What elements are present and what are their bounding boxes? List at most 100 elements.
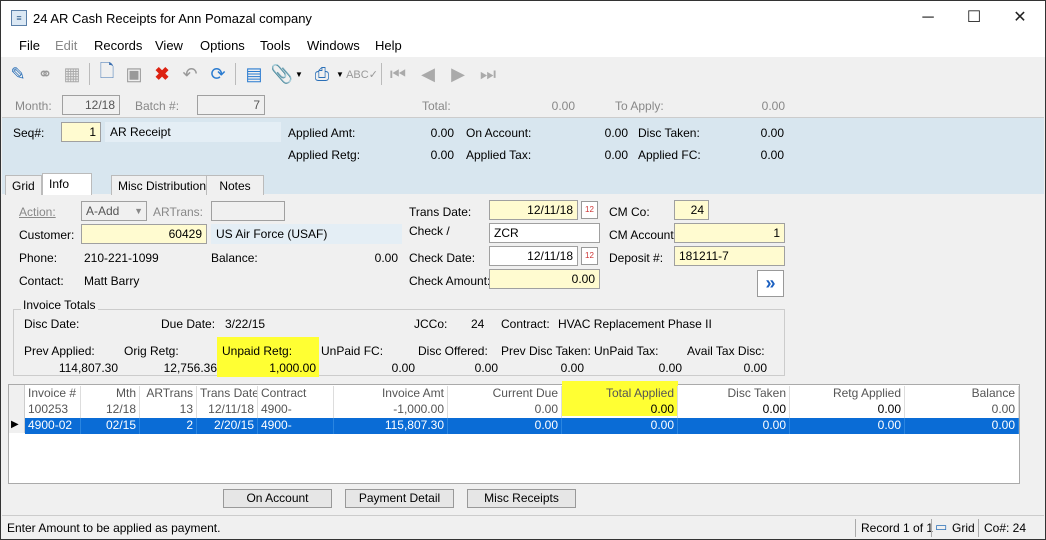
title-bar: ≡ 24 AR Cash Receipts for Ann Pomazal co… <box>1 1 1045 35</box>
undo-icon[interactable]: ↶ <box>177 61 203 87</box>
grid-cell[interactable]: 12/18 <box>81 402 140 418</box>
delete-icon[interactable]: ✖ <box>149 61 175 87</box>
invoice-grid[interactable]: ▶ Invoice # Mth ARTrans Trans Date Contr… <box>8 381 1020 484</box>
column-header-mth[interactable]: Mth <box>81 386 140 402</box>
grid-cell[interactable]: 4900- <box>258 402 334 418</box>
cm-co-label: CM Co: <box>609 205 650 219</box>
grid-cell[interactable]: 2 <box>140 418 197 434</box>
prev-disc-taken-value: 0.00 <box>560 361 584 375</box>
column-header-total-applied[interactable]: Total Applied <box>562 386 678 402</box>
menu-help[interactable]: Help <box>375 38 402 53</box>
grid-mode-label: Grid <box>952 521 975 535</box>
customer-field[interactable]: 60429 <box>81 224 207 244</box>
next-record-icon[interactable]: ▶ <box>445 61 471 87</box>
menu-windows[interactable]: Windows <box>307 38 360 53</box>
grid-cell[interactable]: 13 <box>140 402 197 418</box>
attachment-icon[interactable]: 📎 <box>269 61 295 87</box>
column-header-artrans[interactable]: ARTrans <box>140 386 197 402</box>
action-value: A-Add <box>86 204 120 218</box>
menu-view[interactable]: View <box>155 38 183 53</box>
menu-records[interactable]: Records <box>94 38 142 53</box>
seq-field[interactable]: 1 <box>61 122 101 142</box>
grid-cell[interactable]: 12/11/18 <box>197 402 258 418</box>
save-record-icon[interactable]: ✎ <box>5 61 31 87</box>
grid-cell[interactable]: 0.00 <box>448 418 562 434</box>
deposit-field[interactable]: 181211-7 <box>674 246 785 266</box>
month-label: Month: <box>15 99 52 113</box>
grid-cell[interactable]: 0.00 <box>905 418 1019 434</box>
column-header-invoice[interactable]: Invoice # <box>25 386 81 402</box>
attachment-dropdown-icon[interactable]: ▼ <box>293 61 305 87</box>
trans-date-field[interactable]: 12/11/18 <box>489 200 578 220</box>
grid-cell[interactable]: 0.00 <box>562 402 678 418</box>
check-amount-field[interactable]: 0.00 <box>489 269 600 289</box>
scanner-icon[interactable]: ⎙ <box>309 61 335 87</box>
cm-account-field[interactable]: 1 <box>674 223 785 243</box>
unpaid-tax-label: UnPaid Tax: <box>594 344 659 358</box>
refresh-icon[interactable]: ⟳ <box>205 61 231 87</box>
tab-misc-distributions[interactable]: Misc Distributions <box>111 175 220 195</box>
on-account-button[interactable]: On Account <box>223 489 332 508</box>
forward-arrows-icon[interactable]: » <box>757 270 784 297</box>
menu-tools[interactable]: Tools <box>260 38 290 53</box>
grid-cell[interactable]: 100253 <box>25 402 81 418</box>
lookup-icon[interactable]: ⚭ <box>32 61 58 87</box>
calculator-icon[interactable]: ▤ <box>241 61 267 87</box>
maximize-button[interactable]: ☐ <box>951 1 997 35</box>
balance-label: Balance: <box>211 251 258 265</box>
payment-detail-button[interactable]: Payment Detail <box>345 489 454 508</box>
tab-info[interactable]: Info <box>42 173 92 195</box>
grid-cell[interactable]: 2/20/15 <box>197 418 258 434</box>
tab-grid[interactable]: Grid <box>5 175 42 195</box>
calendar-icon[interactable]: 12 <box>581 247 598 265</box>
grid-cell[interactable]: 0.00 <box>790 418 905 434</box>
column-header-retg-applied[interactable]: Retg Applied <box>790 386 905 402</box>
column-header-contract[interactable]: Contract <box>258 386 334 402</box>
grid-cell[interactable]: 0.00 <box>448 402 562 418</box>
grid-cell[interactable]: 0.00 <box>790 402 905 418</box>
close-button[interactable]: ✕ <box>997 1 1043 35</box>
last-record-icon[interactable]: ⏭ <box>475 61 501 87</box>
cabinet-icon[interactable]: ▦ <box>59 61 85 87</box>
grid-cell[interactable]: 02/15 <box>81 418 140 434</box>
grid-cell[interactable]: 115,807.30 <box>334 418 448 434</box>
toolbar-separator <box>235 63 236 85</box>
misc-receipts-button[interactable]: Misc Receipts <box>467 489 576 508</box>
first-record-icon[interactable]: ⏮ <box>385 61 411 87</box>
column-header-balance[interactable]: Balance <box>905 386 1019 402</box>
grid-cell[interactable]: 0.00 <box>562 418 678 434</box>
seq-description-field[interactable]: AR Receipt <box>105 122 281 142</box>
disc-date-label: Disc Date: <box>24 317 80 331</box>
grid-mode-icon: ▭ <box>935 519 948 534</box>
grid-cell[interactable]: 4900- <box>258 418 334 434</box>
menu-options[interactable]: Options <box>200 38 245 53</box>
column-header-current-due[interactable]: Current Due <box>448 386 562 402</box>
new-document-icon[interactable]: 🗋 <box>94 61 120 87</box>
check-field[interactable]: ZCR <box>489 223 600 243</box>
avail-tax-disc-value: 0.00 <box>743 361 767 375</box>
previous-record-icon[interactable]: ◀ <box>415 61 441 87</box>
save-disk-icon[interactable]: ▣ <box>121 61 147 87</box>
scanner-dropdown-icon[interactable]: ▼ <box>334 61 346 87</box>
column-header-trans-date[interactable]: Trans Date <box>197 386 258 402</box>
column-header-disc-taken[interactable]: Disc Taken <box>678 386 790 402</box>
cm-co-field[interactable]: 24 <box>674 200 709 220</box>
grid-cell[interactable]: -1,000.00 <box>334 402 448 418</box>
due-date-value: 3/22/15 <box>225 317 266 331</box>
unpaid-fc-value: 0.00 <box>391 361 415 375</box>
grid-cell[interactable]: 4900-02 <box>25 418 81 434</box>
tab-notes[interactable]: Notes <box>206 175 264 195</box>
spellcheck-icon[interactable]: ABC✓ <box>346 61 378 87</box>
menu-file[interactable]: File <box>19 38 40 53</box>
check-date-field[interactable]: 12/11/18 <box>489 246 578 266</box>
minimize-button[interactable]: ─ <box>905 1 951 35</box>
grid-cell[interactable]: 0.00 <box>905 402 1019 418</box>
prev-applied-value: 114,807.30 <box>58 361 118 375</box>
grid-cell[interactable]: 0.00 <box>678 418 790 434</box>
cm-account-label: CM Account: <box>609 228 678 242</box>
column-header-invoice-amt[interactable]: Invoice Amt <box>334 386 448 402</box>
action-select[interactable]: A-Add ▼ <box>81 201 147 221</box>
calendar-icon[interactable]: 12 <box>581 201 598 219</box>
grid-cell[interactable]: 0.00 <box>678 402 790 418</box>
menu-edit[interactable]: Edit <box>55 38 77 53</box>
